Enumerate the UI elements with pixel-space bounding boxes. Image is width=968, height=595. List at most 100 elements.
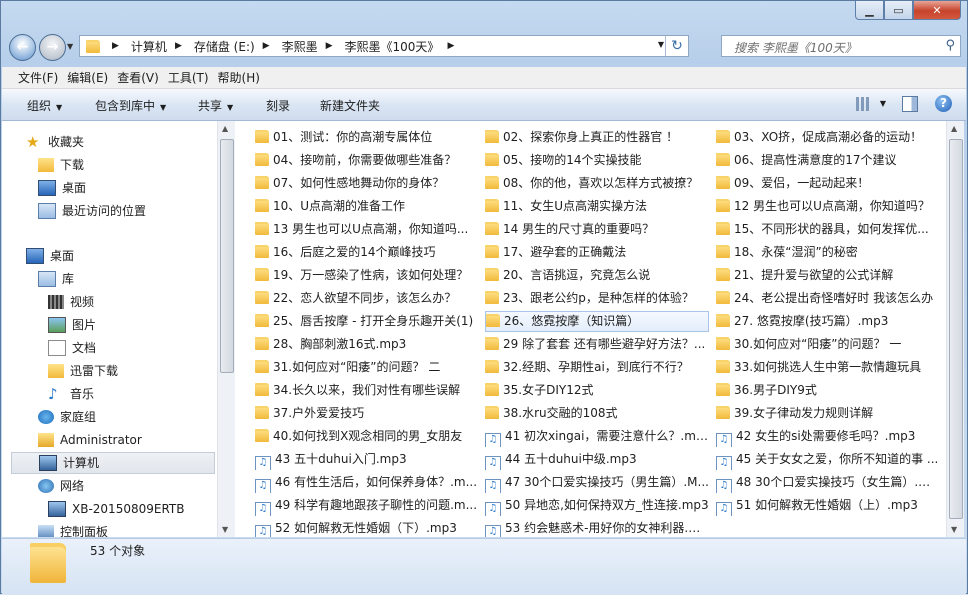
nav-item[interactable]: 桌面 xyxy=(38,177,86,199)
chevron-right-icon[interactable]: ▶ xyxy=(447,41,454,51)
close-button[interactable]: ✕ xyxy=(913,1,961,20)
chevron-right-icon[interactable]: ▶ xyxy=(326,41,333,51)
nav-item[interactable]: XB-20150809ERTB xyxy=(48,498,184,520)
file-item[interactable]: 31.如何应对“阳痿”的问题？ 二 xyxy=(255,357,479,378)
file-item[interactable]: 40.如何找到X观念相同的男_女朋友 xyxy=(255,426,479,447)
file-item[interactable]: 03、XO挤，促成高潮必备的运动！ xyxy=(716,127,940,148)
file-item[interactable]: 05、接吻的14个实操技能 xyxy=(485,150,709,171)
file-item[interactable]: 01、测试：你的高潮专属体位 xyxy=(255,127,479,148)
nav-item[interactable]: 计算机 xyxy=(11,452,215,474)
share-button[interactable]: 共享 ▼ xyxy=(198,97,233,114)
file-item[interactable]: ♫ 51 如何解救无性婚姻（上）.mp3 xyxy=(716,495,940,516)
file-item[interactable]: 33.如何挑选人生中第一款情趣玩具 xyxy=(716,357,940,378)
file-item[interactable]: ♫ 44 五十duhui中级.mp3 xyxy=(485,449,709,470)
new-folder-button[interactable]: 新建文件夹 xyxy=(320,97,380,114)
file-item[interactable]: 08、你的他，喜欢以怎样方式被撩？ xyxy=(485,173,709,194)
file-item[interactable]: 28、胸部刺激16式.mp3 xyxy=(255,334,479,355)
file-item[interactable]: 37.户外爱爱技巧 xyxy=(255,403,479,424)
nav-item[interactable]: 库 xyxy=(38,268,74,290)
file-item[interactable]: 07、如何性感地舞动你的身体？ xyxy=(255,173,479,194)
file-item[interactable]: ♫ 48 30个口爱实操技巧（女生篇）.m... xyxy=(716,472,940,493)
file-item[interactable]: 17、避孕套的正确戴法 xyxy=(485,242,709,263)
file-item[interactable]: 25、唇舌按摩 - 打开全身乐趣开关(1) xyxy=(255,311,479,332)
file-list-scrollbar[interactable]: ▲ ▼ xyxy=(946,121,964,537)
menu-view[interactable]: 查看(V) xyxy=(117,69,168,86)
file-item[interactable]: 06、提高性满意度的17个建议 xyxy=(716,150,940,171)
nav-item[interactable]: 家庭组 xyxy=(38,406,96,428)
file-item[interactable]: ♫ 49 科学有趣地跟孩子聊性的问题.m... xyxy=(255,495,479,516)
breadcrumb-drive[interactable]: 存储盘 (E:) xyxy=(194,38,255,55)
maximize-button[interactable]: ▭ xyxy=(884,1,913,20)
file-item[interactable]: 16、后庭之爱的14个巅峰技巧 xyxy=(255,242,479,263)
nav-item[interactable]: 最近访问的位置 xyxy=(38,200,146,222)
file-item[interactable]: ♫ 53 约会魅惑术-用好你的女神利器.m... xyxy=(485,518,709,537)
file-item[interactable]: 36.男子DIY9式 xyxy=(716,380,940,401)
file-item[interactable]: 30.如何应对“阳痿”的问题？ 一 xyxy=(716,334,940,355)
nav-item[interactable]: 视频 xyxy=(48,291,94,313)
file-item[interactable]: ♫ 45 关于女女之爱，你所不知道的事 ... xyxy=(716,449,940,470)
nav-item[interactable]: 控制面板 xyxy=(38,521,108,537)
file-item[interactable]: 27. 悠霓按摩(技巧篇）.mp3 xyxy=(716,311,940,332)
breadcrumb-computer[interactable]: 计算机 xyxy=(131,38,167,55)
scrollbar-thumb[interactable] xyxy=(949,139,963,519)
navigation-pane-scrollbar[interactable]: ▲ ▼ xyxy=(217,121,235,537)
chevron-right-icon[interactable]: ▶ xyxy=(175,41,182,51)
nav-item[interactable]: Administrator xyxy=(38,429,142,451)
file-item[interactable]: 29 除了套套 还有哪些避孕好方法？... xyxy=(485,334,709,355)
scroll-up-arrow-icon[interactable]: ▲ xyxy=(222,124,228,133)
file-item[interactable]: 38.水ru交融的108式 xyxy=(485,403,709,424)
file-item[interactable]: 39.女子律动发力规则详解 xyxy=(716,403,940,424)
menu-edit[interactable]: 编辑(E) xyxy=(67,69,117,86)
file-item[interactable]: 14 男生的尺寸真的重要吗？ xyxy=(485,219,709,240)
file-item[interactable]: 18、永葆“湿润”的秘密 xyxy=(716,242,940,263)
burn-button[interactable]: 刻录 xyxy=(266,97,290,114)
nav-item[interactable]: 文档 xyxy=(48,337,96,359)
file-item[interactable]: 13 男生也可以U点高潮，你知道吗... xyxy=(255,219,479,240)
nav-item[interactable]: 桌面 xyxy=(26,245,74,267)
file-item[interactable]: ♫ 43 五十duhui入门.mp3 xyxy=(255,449,479,470)
search-box[interactable]: 搜索 李熙墨《100天》 ⚲ xyxy=(721,35,961,57)
file-item[interactable]: 34.长久以来，我们对性有哪些误解 xyxy=(255,380,479,401)
file-item[interactable]: 09、爱侣，一起动起来！ xyxy=(716,173,940,194)
file-item[interactable]: ♫ 46 有性生活后，如何保养身体？.m... xyxy=(255,472,479,493)
file-item[interactable]: 23、跟老公约p，是种怎样的体验？ xyxy=(485,288,709,309)
file-item[interactable]: 35.女子DIY12式 xyxy=(485,380,709,401)
menu-help[interactable]: 帮助(H) xyxy=(218,69,269,86)
minimize-button[interactable]: ▁ xyxy=(855,1,884,20)
nav-item[interactable]: ♪ 音乐 xyxy=(48,383,94,405)
address-bar[interactable]: ▶ 计算机 ▶ 存储盘 (E:) ▶ 李熙墨 ▶ 李熙墨《100天》 ▶ ▼ ↻ xyxy=(79,35,689,57)
breadcrumb-folder[interactable]: 李熙墨 xyxy=(282,38,318,55)
include-in-library-button[interactable]: 包含到库中 ▼ xyxy=(95,97,166,114)
file-item[interactable]: 04、接吻前，你需要做哪些准备？ xyxy=(255,150,479,171)
breadcrumb-current[interactable]: 李熙墨《100天》 xyxy=(345,38,440,55)
refresh-icon[interactable]: ↻ xyxy=(665,36,688,56)
file-item[interactable]: ♫ 47 30个口爱实操技巧（男生篇）.M... xyxy=(485,472,709,493)
file-item[interactable]: 11、女生U点高潮实操方法 xyxy=(485,196,709,217)
file-item[interactable]: 22、恋人欲望不同步，该怎么办？ xyxy=(255,288,479,309)
preview-pane-icon[interactable] xyxy=(902,96,918,112)
organize-button[interactable]: 组织 ▼ xyxy=(27,97,62,114)
nav-item[interactable]: 迅雷下载 xyxy=(48,360,118,382)
file-item[interactable]: 24、老公提出奇怪嗜好时 我该怎么办 xyxy=(716,288,940,309)
change-view-icon[interactable] xyxy=(856,97,870,111)
file-item[interactable]: ♫ 41 初次xingai，需要注意什么？.mp3 xyxy=(485,426,709,447)
file-item[interactable]: 12 男生也可以U点高潮，你知道吗？ xyxy=(716,196,940,217)
address-history-dropdown[interactable]: ▼ xyxy=(658,40,664,49)
chevron-right-icon[interactable]: ▶ xyxy=(112,41,119,51)
scroll-down-arrow-icon[interactable]: ▼ xyxy=(951,525,957,534)
file-item[interactable]: 19、万一感染了性病，该如何处理？ xyxy=(255,265,479,286)
scrollbar-thumb[interactable] xyxy=(220,139,234,373)
back-button[interactable]: ← xyxy=(9,34,36,61)
file-item[interactable]: 26、悠霓按摩（知识篇） xyxy=(485,311,709,332)
nav-item[interactable]: 图片 xyxy=(48,314,96,336)
file-item[interactable]: 20、言语挑逗，究竟怎么说 xyxy=(485,265,709,286)
file-item[interactable]: ♫ 50 异地恋,如何保持双方_性连接.mp3 xyxy=(485,495,709,516)
file-item[interactable]: 15、不同形状的器具，如何发挥优... xyxy=(716,219,940,240)
file-item[interactable]: ♫ 52 如何解救无性婚姻（下）.mp3 xyxy=(255,518,479,537)
menu-tools[interactable]: 工具(T) xyxy=(168,69,218,86)
file-item[interactable]: 32.经期、孕期性ai，到底行不行？ xyxy=(485,357,709,378)
file-item[interactable]: 21、提升爱与欲望的公式详解 xyxy=(716,265,940,286)
nav-item[interactable]: 网络 xyxy=(38,475,84,497)
file-item[interactable]: 02、探索你身上真正的性器官 ！ xyxy=(485,127,709,148)
search-icon[interactable]: ⚲ xyxy=(945,38,955,53)
